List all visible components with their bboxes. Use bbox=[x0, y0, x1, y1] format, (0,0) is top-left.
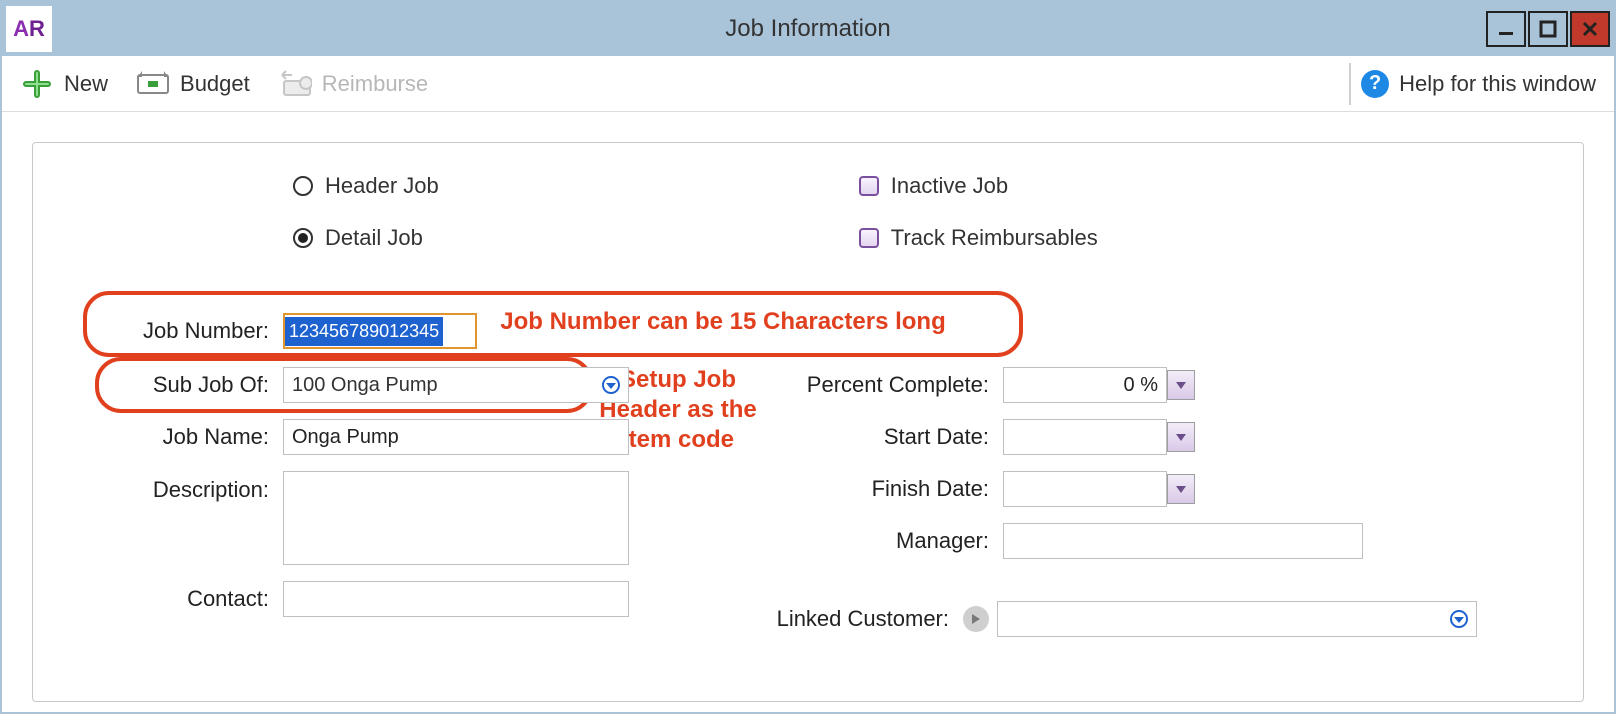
start-date-label: Start Date: bbox=[743, 424, 1003, 450]
sub-job-of-combo[interactable]: 100 Onga Pump bbox=[283, 367, 629, 403]
finish-date-picker[interactable] bbox=[1167, 474, 1195, 504]
content-panel: Job Number can be 15 Characters long Set… bbox=[32, 142, 1584, 702]
dropdown-icon[interactable] bbox=[1448, 608, 1470, 630]
inactive-job-checkbox[interactable]: Inactive Job bbox=[859, 173, 1098, 199]
reimburse-button: Reimburse bbox=[278, 69, 428, 99]
new-label: New bbox=[64, 71, 108, 97]
manager-input[interactable] bbox=[1003, 523, 1363, 559]
description-label: Description: bbox=[93, 471, 283, 503]
checkbox-icon bbox=[859, 228, 879, 248]
linked-customer-label: Linked Customer: bbox=[743, 606, 963, 632]
job-number-label: Job Number: bbox=[93, 318, 283, 344]
header-job-radio[interactable]: Header Job bbox=[293, 173, 439, 199]
budget-label: Budget bbox=[180, 71, 250, 97]
reimburse-label: Reimburse bbox=[322, 71, 428, 97]
window-controls bbox=[1486, 11, 1614, 47]
reimburse-icon bbox=[278, 69, 312, 99]
job-name-label: Job Name: bbox=[93, 424, 283, 450]
linked-customer-combo[interactable] bbox=[997, 601, 1477, 637]
close-button[interactable] bbox=[1570, 11, 1610, 47]
start-date-picker[interactable] bbox=[1167, 422, 1195, 452]
percent-complete-label: Percent Complete: bbox=[743, 372, 1003, 398]
contact-input[interactable] bbox=[283, 581, 629, 617]
plus-icon bbox=[20, 69, 54, 99]
content-outer: Job Number can be 15 Characters long Set… bbox=[2, 112, 1614, 702]
track-reimbursables-label: Track Reimbursables bbox=[891, 225, 1098, 251]
form-right-column: Percent Complete: Start Date: Finish Dat… bbox=[743, 313, 1503, 653]
radio-icon bbox=[293, 228, 313, 248]
job-type-radio-group: Header Job Detail Job bbox=[293, 173, 439, 251]
finish-date-input[interactable] bbox=[1003, 471, 1167, 507]
titlebar: AR Job Information bbox=[2, 2, 1614, 56]
linked-customer-nav-icon[interactable] bbox=[963, 606, 989, 632]
track-reimbursables-checkbox[interactable]: Track Reimbursables bbox=[859, 225, 1098, 251]
budget-icon bbox=[136, 69, 170, 99]
description-input[interactable] bbox=[283, 471, 629, 565]
percent-complete-picker[interactable] bbox=[1167, 370, 1195, 400]
job-number-input[interactable]: 123456789012345 bbox=[283, 313, 477, 349]
help-icon: ? bbox=[1361, 70, 1389, 98]
window-title: Job Information bbox=[2, 15, 1614, 43]
app-icon: AR bbox=[6, 6, 52, 52]
finish-date-label: Finish Date: bbox=[743, 476, 1003, 502]
new-button[interactable]: New bbox=[20, 69, 108, 99]
finish-date-row: Finish Date: bbox=[743, 471, 1503, 507]
help-link[interactable]: ? Help for this window bbox=[1349, 63, 1596, 105]
radio-icon bbox=[293, 176, 313, 196]
manager-label: Manager: bbox=[743, 528, 1003, 554]
start-date-input[interactable] bbox=[1003, 419, 1167, 455]
help-label: Help for this window bbox=[1399, 71, 1596, 97]
job-number-row: Job Number: 123456789012345 bbox=[93, 313, 743, 349]
detail-job-radio[interactable]: Detail Job bbox=[293, 225, 439, 251]
job-name-row: Job Name: bbox=[93, 419, 743, 455]
toolbar: New Budget Reimburse ? Help for this win… bbox=[2, 56, 1614, 112]
job-options: Header Job Detail Job Inactive Job Track… bbox=[293, 173, 1523, 251]
job-flags-group: Inactive Job Track Reimbursables bbox=[859, 173, 1098, 251]
dropdown-icon[interactable] bbox=[600, 374, 622, 396]
detail-job-label: Detail Job bbox=[325, 225, 423, 251]
budget-button[interactable]: Budget bbox=[136, 69, 250, 99]
linked-customer-row: Linked Customer: bbox=[743, 601, 1503, 637]
contact-label: Contact: bbox=[93, 586, 283, 612]
percent-complete-input[interactable] bbox=[1003, 367, 1167, 403]
sub-job-of-row: Sub Job Of: 100 Onga Pump bbox=[93, 367, 743, 403]
minimize-button[interactable] bbox=[1486, 11, 1526, 47]
sub-job-of-label: Sub Job Of: bbox=[93, 372, 283, 398]
manager-row: Manager: bbox=[743, 523, 1503, 559]
start-date-row: Start Date: bbox=[743, 419, 1503, 455]
contact-row: Contact: bbox=[93, 581, 743, 617]
job-number-value: 123456789012345 bbox=[285, 317, 443, 346]
checkbox-icon bbox=[859, 176, 879, 196]
maximize-button[interactable] bbox=[1528, 11, 1568, 47]
sub-job-of-value: 100 Onga Pump bbox=[292, 374, 600, 397]
toolbar-divider bbox=[1349, 63, 1351, 105]
header-job-label: Header Job bbox=[325, 173, 439, 199]
percent-complete-row: Percent Complete: bbox=[743, 367, 1503, 403]
job-name-input[interactable] bbox=[283, 419, 629, 455]
description-row: Description: bbox=[93, 471, 743, 565]
inactive-job-label: Inactive Job bbox=[891, 173, 1008, 199]
